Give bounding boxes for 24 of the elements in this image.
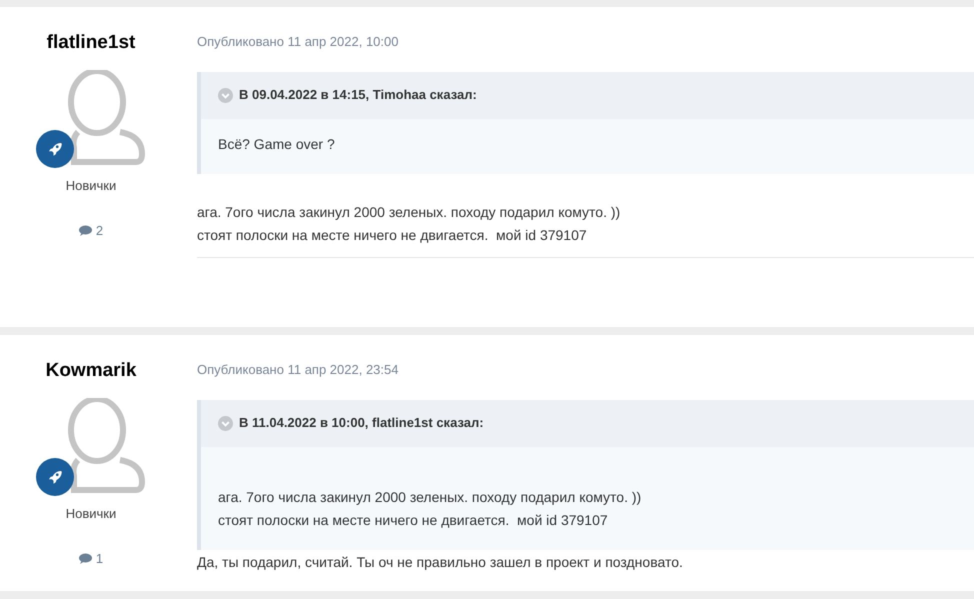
quote-title: В 11.04.2022 в 10:00, flatline1st сказал: <box>239 414 484 432</box>
comment-icon <box>78 225 92 236</box>
quote-text: стоят полоски на месте ничего не двигается. мой id 379107 <box>218 510 609 530</box>
rocket-badge-icon <box>36 130 74 168</box>
post-text: стоят полоски на месте ничего не двигается. мой id 379107 <box>197 226 588 245</box>
post-count: 1 <box>96 550 104 568</box>
quote-text: Всё? Game over ? <box>218 134 336 154</box>
collapse-icon <box>218 416 233 430</box>
rocket-badge-icon <box>36 458 74 496</box>
post-text: ага. 7ого числа закинул 2000 зеленых. походу подарил комуто. )) <box>197 202 622 222</box>
quote-text: ага. 7ого числа закинул 2000 зеленых. походу подарил комуто. )) <box>218 488 642 507</box>
post-date: Опубликовано 11 апр 2022, 23:54 <box>197 361 400 379</box>
post-count: 2 <box>96 222 104 240</box>
author-name[interactable]: Kowmarik <box>46 357 136 386</box>
member-group: Новички <box>66 504 116 523</box>
avatar-icon <box>68 398 146 494</box>
comment-icon <box>78 553 92 564</box>
post-date: Опубликовано 11 апр 2022, 10:00 <box>197 33 400 51</box>
collapse-icon <box>218 88 233 102</box>
avatar-icon <box>68 70 146 166</box>
member-group: Новички <box>66 176 116 195</box>
post-text: Да, ты подарил, считай. Ты оч не правильно зашел в проект и поздновато. <box>197 552 684 572</box>
author-name[interactable]: flatline1st <box>46 29 136 58</box>
quote-title: В 09.04.2022 в 14:15, Timohaa сказал: <box>239 86 477 104</box>
